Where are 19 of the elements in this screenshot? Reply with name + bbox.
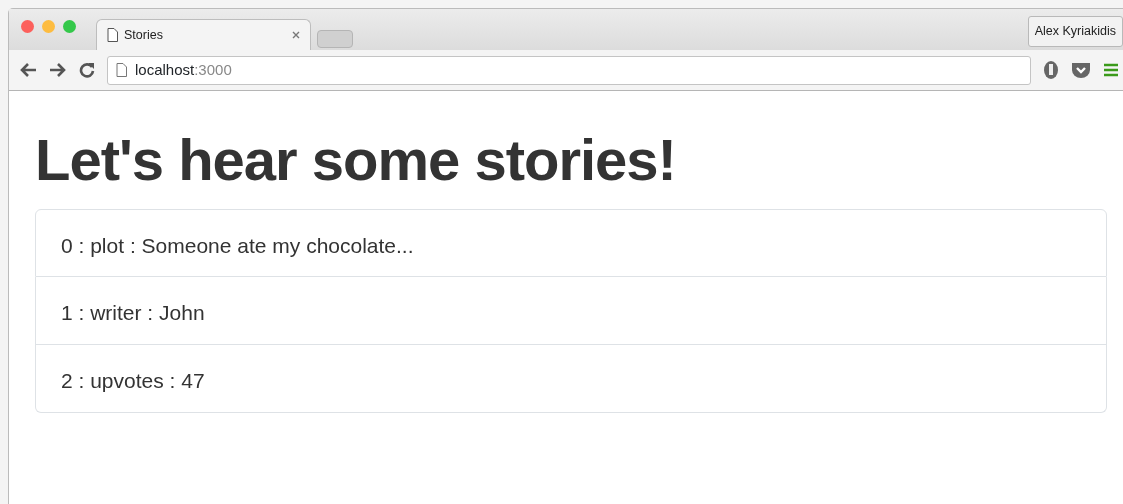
hand-icon[interactable]: [1043, 60, 1059, 80]
pocket-icon[interactable]: [1071, 61, 1091, 79]
profile-button[interactable]: Alex Kyriakidis: [1027, 16, 1123, 47]
forward-icon[interactable]: [49, 62, 67, 78]
close-tab-icon[interactable]: [292, 31, 300, 39]
reload-icon[interactable]: [79, 62, 95, 78]
tab-title: Stories: [124, 26, 163, 44]
close-window-button[interactable]: [21, 20, 34, 33]
browser-tab[interactable]: Stories: [96, 19, 311, 50]
page-icon: [116, 63, 127, 77]
list-item: 2 : upvotes : 47: [35, 344, 1107, 413]
url-text: localhost:3000: [135, 59, 232, 80]
page-icon: [107, 28, 118, 42]
menu-icon[interactable]: [1103, 62, 1119, 78]
list-item: 0 : plot : Someone ate my chocolate...: [35, 208, 1107, 277]
list-item: 1 : writer : John: [35, 276, 1107, 345]
address-bar[interactable]: localhost:3000: [107, 55, 1031, 85]
back-icon[interactable]: [19, 62, 37, 78]
page-heading: Let's hear some stories!: [35, 126, 677, 194]
